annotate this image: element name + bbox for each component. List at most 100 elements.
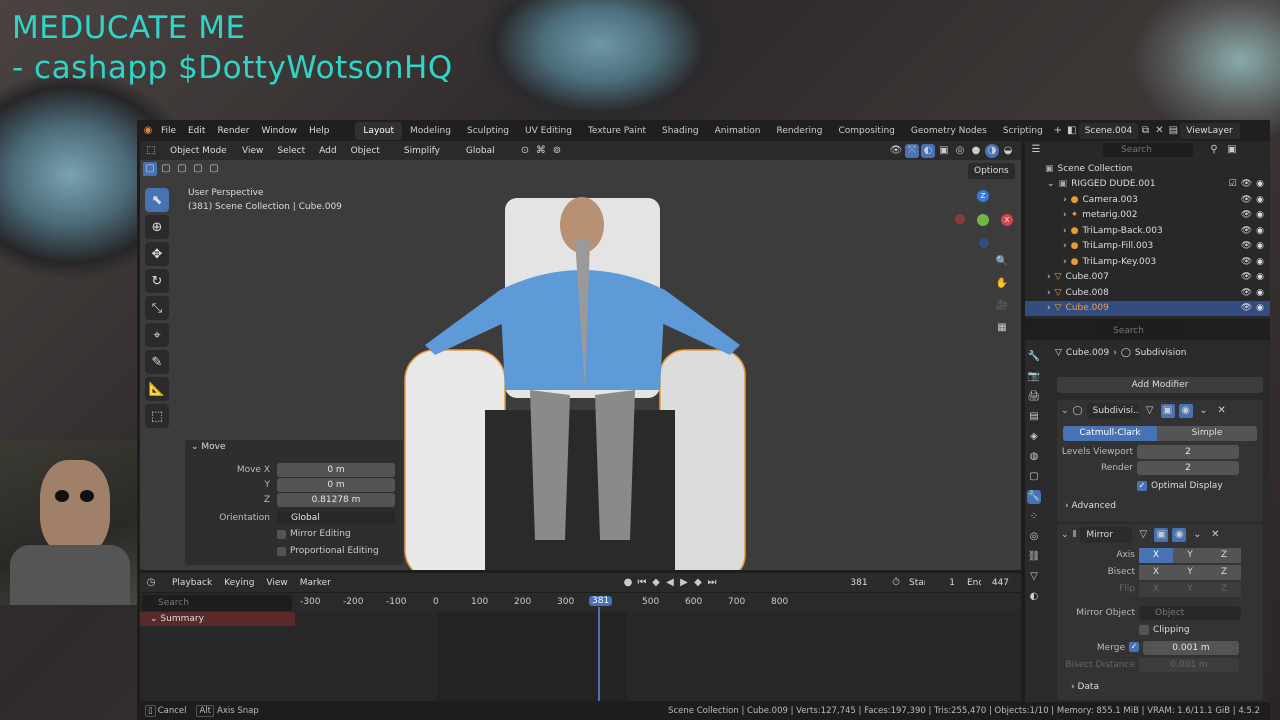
tab-layout[interactable]: Layout bbox=[355, 121, 403, 140]
edit-mode-icon[interactable]: ▽ bbox=[1136, 528, 1150, 542]
gizmo-z-icon[interactable]: Z bbox=[977, 190, 989, 202]
mirror-object-field[interactable]: Object bbox=[1139, 606, 1241, 620]
physics-tab-icon[interactable]: ◎ bbox=[1027, 530, 1041, 544]
menu-edit[interactable]: Edit bbox=[182, 126, 211, 136]
end-field[interactable]: 447 bbox=[981, 574, 1015, 591]
scene-icon[interactable]: ◧ bbox=[1065, 124, 1079, 138]
eye-icon[interactable]: 👁 bbox=[1241, 210, 1252, 220]
dropdown-icon[interactable]: ⌄ bbox=[1197, 404, 1211, 418]
flip-z-toggle[interactable]: Z bbox=[1207, 582, 1241, 597]
eye-icon[interactable]: 👁 bbox=[1241, 241, 1252, 251]
pin-icon[interactable]: ⧉ bbox=[1138, 124, 1152, 138]
select-invert-icon[interactable]: ▢ bbox=[191, 162, 205, 176]
data-panel[interactable]: › Data bbox=[1071, 682, 1099, 692]
bisect-distance-field[interactable]: 0.001 m bbox=[1139, 658, 1239, 672]
prev-key-icon[interactable]: ◆ bbox=[649, 576, 663, 590]
levels-viewport-field[interactable]: 2 bbox=[1137, 445, 1239, 459]
measure-tool-icon[interactable]: 📐 bbox=[145, 377, 169, 401]
camera-view-icon[interactable]: 🎥 bbox=[995, 299, 1009, 313]
tab-rendering[interactable]: Rendering bbox=[769, 122, 831, 140]
catmull-clark-button[interactable]: Catmull-Clark bbox=[1063, 426, 1157, 441]
tab-sculpting[interactable]: Sculpting bbox=[459, 122, 517, 140]
xray-icon[interactable]: ▣ bbox=[937, 144, 951, 158]
viewport-display-icon[interactable]: ▣ bbox=[1160, 404, 1175, 418]
dropdown-icon[interactable]: ⌄ bbox=[1190, 528, 1204, 542]
data-tab-icon[interactable]: ▽ bbox=[1027, 570, 1041, 584]
camera-render-icon[interactable]: ◉ bbox=[1256, 272, 1264, 282]
outliner-item[interactable]: › ▽ Cube.007 👁 ◉ bbox=[1025, 270, 1270, 286]
zoom-icon[interactable]: 🔍 bbox=[995, 255, 1009, 269]
scene-selector[interactable]: Scene.004 bbox=[1078, 122, 1139, 139]
axis-x-toggle[interactable]: X bbox=[1139, 548, 1173, 563]
view-layer-tab-icon[interactable]: ▤ bbox=[1027, 410, 1041, 424]
camera-render-icon[interactable]: ◉ bbox=[1256, 179, 1264, 189]
menu-object[interactable]: Object bbox=[345, 146, 386, 156]
edit-mode-icon[interactable]: ▽ bbox=[1143, 404, 1157, 418]
mirror-name[interactable]: Mirror bbox=[1080, 527, 1133, 543]
gizmo-neg-z-icon[interactable] bbox=[979, 238, 989, 248]
snap-icon[interactable]: ⌘ bbox=[534, 144, 548, 158]
flip-x-toggle[interactable]: X bbox=[1139, 582, 1173, 597]
new-collection-icon[interactable]: ▣ bbox=[1225, 143, 1239, 157]
tab-uv-editing[interactable]: UV Editing bbox=[517, 122, 580, 140]
outliner-search[interactable]: Search bbox=[1103, 143, 1193, 157]
frame-ruler[interactable]: -300 -200 -100 0 100 200 300 381 500 600… bbox=[295, 593, 1021, 611]
select-new-icon[interactable]: ▢ bbox=[143, 162, 157, 176]
select-intersect-icon[interactable]: ▢ bbox=[207, 162, 221, 176]
3d-viewport[interactable]: ▢ ▢ ▢ ▢ ▢ User Perspective (381) Scene C… bbox=[140, 160, 1021, 570]
current-frame-field[interactable]: 381 bbox=[829, 574, 889, 591]
mode-dropdown[interactable]: Object Mode bbox=[164, 142, 234, 159]
options-dropdown[interactable]: Options bbox=[968, 163, 1015, 179]
merge-distance-field[interactable]: 0.001 m bbox=[1143, 641, 1239, 655]
particles-tab-icon[interactable]: ⁘ bbox=[1027, 510, 1041, 524]
simplify-toggle[interactable]: Simplify bbox=[397, 142, 446, 159]
editor-type-icon[interactable]: ⬚ bbox=[144, 144, 158, 158]
next-key-icon[interactable]: ◆ bbox=[691, 576, 705, 590]
tab-modeling[interactable]: Modeling bbox=[402, 122, 459, 140]
view-layer-selector[interactable]: ViewLayer bbox=[1180, 122, 1241, 139]
eye-icon[interactable]: 👁 bbox=[1241, 179, 1252, 189]
menu-add[interactable]: Add bbox=[313, 146, 342, 156]
render-tab-icon[interactable]: 📷 bbox=[1027, 370, 1041, 384]
close-icon[interactable]: ✕ bbox=[1152, 124, 1166, 138]
eye-icon[interactable]: 👁 bbox=[1241, 195, 1252, 205]
outliner-item[interactable]: ⌄ ▣ RIGGED DUDE.001 ☑ 👁 ◉ bbox=[1025, 177, 1270, 193]
modifier-tab-icon[interactable]: 🔧 bbox=[1027, 490, 1041, 504]
menu-file[interactable]: File bbox=[155, 126, 182, 136]
camera-render-icon[interactable]: ◉ bbox=[1256, 195, 1264, 205]
tab-shading[interactable]: Shading bbox=[654, 122, 707, 140]
visibility-icon[interactable]: 👁 bbox=[889, 144, 903, 158]
flip-y-toggle[interactable]: Y bbox=[1173, 582, 1207, 597]
transform-orientation[interactable]: Global bbox=[459, 142, 516, 159]
shading-material-icon[interactable]: ◑ bbox=[985, 143, 999, 158]
tab-texture-paint[interactable]: Texture Paint bbox=[580, 122, 654, 140]
move-y-field[interactable]: 0 m bbox=[277, 478, 395, 492]
add-modifier-button[interactable]: Add Modifier bbox=[1057, 377, 1263, 393]
annotate-tool-icon[interactable]: ✎ bbox=[145, 350, 169, 374]
navigation-gizmo[interactable]: Z X bbox=[955, 190, 1015, 250]
orientation-dropdown[interactable]: Global bbox=[277, 511, 395, 525]
start-field[interactable]: 1 bbox=[925, 574, 961, 591]
mirror-editing-checkbox[interactable]: Mirror Editing bbox=[277, 529, 351, 539]
eye-icon[interactable]: 👁 bbox=[1241, 288, 1252, 298]
menu-timeline-view[interactable]: View bbox=[260, 578, 293, 588]
eye-icon[interactable]: 👁 bbox=[1241, 303, 1252, 313]
gizmo-neg-x-icon[interactable] bbox=[955, 214, 965, 224]
stopwatch-icon[interactable]: ⏱ bbox=[889, 576, 903, 590]
shading-solid-icon[interactable]: ● bbox=[969, 144, 983, 158]
tab-compositing[interactable]: Compositing bbox=[830, 122, 902, 140]
object-tab-icon[interactable]: ▢ bbox=[1027, 470, 1041, 484]
select-box-tool-icon[interactable]: ⬉ bbox=[145, 188, 169, 212]
rotate-tool-icon[interactable]: ↻ bbox=[145, 269, 169, 293]
play-reverse-icon[interactable]: ◀ bbox=[663, 576, 677, 590]
simple-button[interactable]: Simple bbox=[1157, 426, 1257, 441]
jump-end-icon[interactable]: ⏭ bbox=[705, 576, 719, 590]
advanced-panel[interactable]: › Advanced bbox=[1065, 501, 1116, 511]
overlay-toggle-icon[interactable]: ◐ bbox=[921, 143, 935, 158]
material-tab-icon[interactable]: ◐ bbox=[1027, 590, 1041, 604]
move-panel-title[interactable]: ⌄ Move bbox=[191, 442, 226, 452]
scale-tool-icon[interactable]: ⤡ bbox=[145, 296, 169, 320]
shading-rendered-icon[interactable]: ◒ bbox=[1001, 144, 1015, 158]
proportional-edit-icon[interactable]: ⊚ bbox=[550, 144, 564, 158]
eye-icon[interactable]: 👁 bbox=[1241, 257, 1252, 267]
